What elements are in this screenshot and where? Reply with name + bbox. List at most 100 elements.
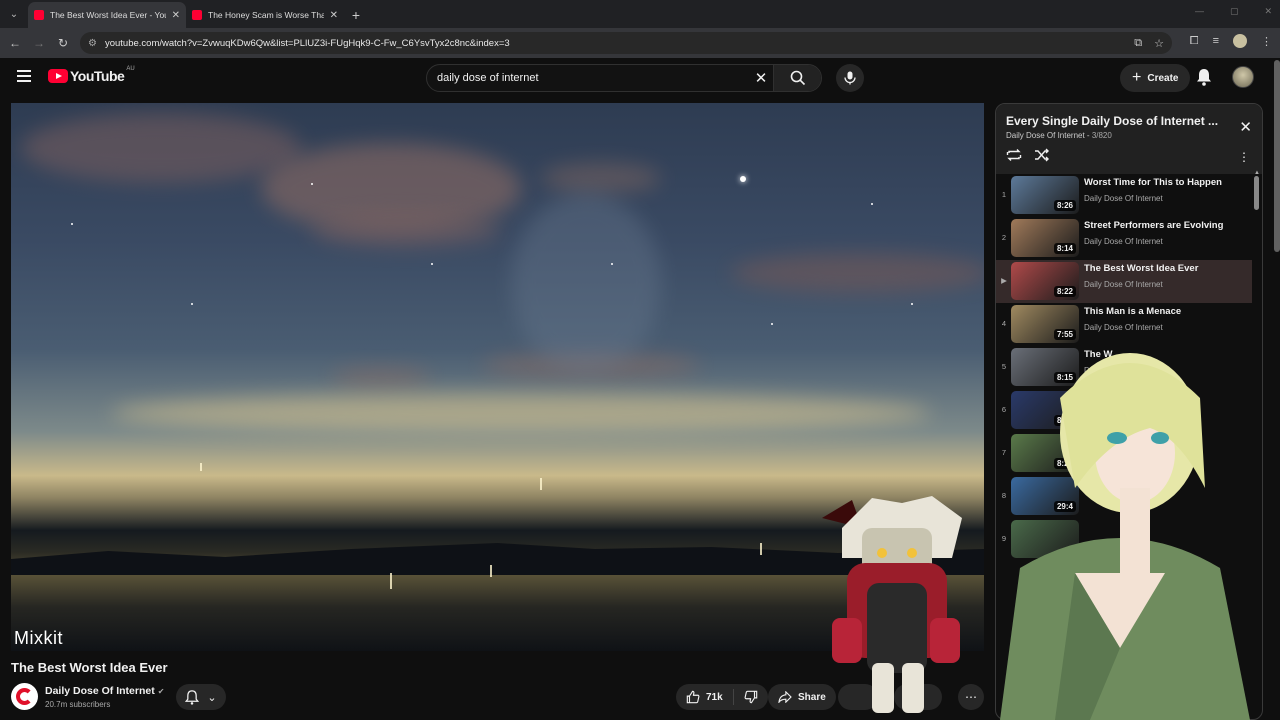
playlist-scrollbar[interactable] <box>1254 176 1259 210</box>
youtube-favicon-icon <box>192 10 202 20</box>
back-arrow-icon[interactable]: ← <box>3 36 27 50</box>
thumbs-down-icon[interactable] <box>744 690 758 704</box>
tab-title: The Honey Scam is Worse Than <box>208 10 324 20</box>
browser-tab-active[interactable]: The Best Worst Idea Ever - YouT ✕ <box>28 2 186 28</box>
playlist-item-thumbnail[interactable]: 8:26 <box>1011 176 1079 214</box>
playlist-item-title[interactable]: The Best Worst Idea Ever <box>1084 263 1244 274</box>
tab-close-icon[interactable]: ✕ <box>330 10 338 21</box>
url-text: youtube.com/watch?v=ZvwuqKDw6Qw&list=PLl… <box>104 37 510 49</box>
create-button[interactable]: + Create <box>1120 64 1191 92</box>
star <box>311 183 313 185</box>
minimize-icon[interactable]: — <box>1195 6 1204 17</box>
extensions-icon[interactable]: ⧠ <box>1190 35 1199 48</box>
search-button[interactable] <box>773 65 821 91</box>
demon-avatar-overlay <box>822 496 962 713</box>
playlist-subtitle: Daily Dose Of Internet - 3/820 <box>1006 131 1112 140</box>
cloud <box>21 113 301 183</box>
bell-icon <box>185 689 200 705</box>
star <box>771 323 773 325</box>
maximize-icon[interactable]: ▢ <box>1230 6 1239 17</box>
star <box>191 303 193 305</box>
playlist-item[interactable]: 2 8:14 Street Performers are Evolving Daily… <box>996 217 1252 260</box>
playlist-item-title[interactable]: Street Performers are Evolving <box>1084 220 1244 231</box>
playlist-item-thumbnail[interactable]: 8:14 <box>1011 219 1079 257</box>
browser-tabbar: ⌄ The Best Worst Idea Ever - YouT ✕ The … <box>0 0 1280 28</box>
anime-avatar-overlay <box>1000 353 1250 720</box>
playlist-menu-icon[interactable]: ⋮ <box>1238 150 1250 164</box>
new-tab-icon[interactable]: + <box>344 2 368 28</box>
cloud <box>331 368 431 386</box>
chevron-down-icon: ⌄ <box>207 691 217 704</box>
playlist-item-index: 1 <box>1001 190 1007 199</box>
search-icon <box>790 70 805 86</box>
reflection <box>760 543 762 555</box>
browser-menu-icon[interactable]: ⋮ <box>1261 35 1272 48</box>
cloud <box>311 213 501 248</box>
account-avatar[interactable] <box>1232 66 1254 88</box>
playlist-item[interactable]: ▶ 8:22 The Best Worst Idea Ever Daily Dose … <box>996 260 1252 303</box>
channel-name-row[interactable]: Daily Dose Of Internet ✔ <box>45 685 164 697</box>
youtube-play-icon <box>48 69 68 83</box>
playlist-item[interactable]: 1 8:26 Worst Time for This to Happen Daily … <box>996 174 1252 217</box>
hamburger-menu-icon[interactable] <box>17 70 31 85</box>
close-playlist-icon[interactable]: ✕ <box>1239 118 1252 136</box>
profile-avatar[interactable] <box>1233 34 1247 48</box>
subscriber-count: 20.7m subscribers <box>45 700 111 709</box>
verified-check-icon: ✔ <box>157 687 165 696</box>
window-close-icon[interactable]: ✕ <box>1264 6 1272 17</box>
install-app-icon[interactable]: ⧉ <box>1134 37 1142 50</box>
playlist-item-channel: Daily Dose Of Internet <box>1084 323 1163 332</box>
star <box>71 223 73 225</box>
plus-icon: + <box>1132 69 1142 86</box>
like-button[interactable]: 71k <box>686 690 723 704</box>
horizon-glow <box>111 393 931 433</box>
media-controls-icon[interactable]: ≡ <box>1213 35 1219 47</box>
playlist-item-channel: Daily Dose Of Internet <box>1084 237 1163 246</box>
reload-icon[interactable]: ↻ <box>51 36 75 50</box>
duration-badge: 8:14 <box>1053 243 1076 254</box>
thumbs-up-icon <box>686 690 700 704</box>
playlist-title[interactable]: Every Single Daily Dose of Internet ... <box>1006 114 1222 128</box>
address-bar[interactable]: ⚙ youtube.com/watch?v=ZvwuqKDw6Qw&list=P… <box>80 32 1172 54</box>
divider <box>732 689 734 705</box>
site-info-icon[interactable]: ⚙ <box>88 38 97 49</box>
notifications-bell-icon[interactable] <box>1196 68 1212 91</box>
channel-name[interactable]: Daily Dose Of Internet <box>45 685 155 697</box>
cloud <box>541 163 661 193</box>
logo-text: YouTube <box>70 68 125 84</box>
shuffle-icon[interactable] <box>1034 148 1050 162</box>
tab-search-chevron-icon[interactable]: ⌄ <box>0 0 28 28</box>
page-scrollbar[interactable] <box>1274 60 1280 252</box>
tab-close-icon[interactable]: ✕ <box>172 10 180 21</box>
shore-light <box>200 463 202 471</box>
star <box>431 263 433 265</box>
video-watermark: Mixkit <box>14 628 63 648</box>
loop-icon[interactable] <box>1006 148 1022 162</box>
search-box[interactable]: daily dose of internet ✕ <box>426 64 822 92</box>
voice-search-button[interactable] <box>836 64 864 92</box>
star <box>871 203 873 205</box>
playlist-item-thumbnail[interactable]: 8:22 <box>1011 262 1079 300</box>
clear-search-icon[interactable]: ✕ <box>749 69 773 87</box>
playlist-item-index: 4 <box>1001 319 1007 328</box>
playlist-item-index: ▶ <box>1001 276 1007 285</box>
playlist-item-title[interactable]: Worst Time for This to Happen <box>1084 177 1244 188</box>
video-title: The Best Worst Idea Ever <box>11 660 168 675</box>
share-arrow-icon <box>778 691 792 703</box>
bookmark-star-icon[interactable]: ☆ <box>1154 37 1164 50</box>
playlist-item-title[interactable]: This Man is a Menace <box>1084 306 1244 317</box>
subscribed-notification-button[interactable]: ⌄ <box>176 684 226 710</box>
search-input[interactable]: daily dose of internet <box>437 72 749 84</box>
playlist-owner[interactable]: Daily Dose Of Internet <box>1006 131 1085 140</box>
playlist-item-channel: Daily Dose Of Internet <box>1084 194 1163 203</box>
forward-arrow-icon[interactable]: → <box>27 36 51 50</box>
star <box>911 303 913 305</box>
youtube-logo[interactable]: YouTube AU <box>48 66 135 84</box>
browser-toolbar: ← → ↻ ⚙ youtube.com/watch?v=ZvwuqKDw6Qw&… <box>0 28 1280 58</box>
playlist-item-channel: Daily Dose Of Internet <box>1084 280 1163 289</box>
youtube-header: YouTube AU daily dose of internet ✕ + Cr… <box>0 58 1280 98</box>
browser-tab[interactable]: The Honey Scam is Worse Than ✕ <box>186 2 344 28</box>
microphone-icon <box>844 71 856 85</box>
channel-avatar[interactable] <box>11 683 38 710</box>
tab-title: The Best Worst Idea Ever - YouT <box>50 10 166 20</box>
